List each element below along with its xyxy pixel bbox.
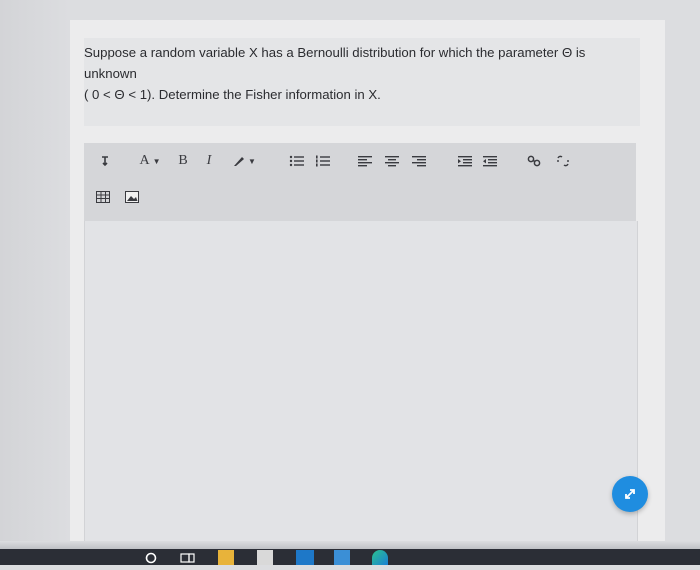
- outdent-icon[interactable]: [481, 151, 499, 171]
- text-color-button[interactable]: ▼: [230, 151, 258, 171]
- table-icon[interactable]: [94, 187, 112, 207]
- task-view-icon[interactable]: [180, 550, 196, 565]
- search-icon[interactable]: [144, 550, 158, 565]
- unlink-icon[interactable]: [554, 151, 572, 171]
- ordered-list-icon[interactable]: [313, 151, 333, 171]
- indent-icon[interactable]: [456, 151, 474, 171]
- unordered-list-icon[interactable]: [287, 151, 307, 171]
- store-icon[interactable]: [257, 550, 273, 565]
- font-size-label: A: [139, 153, 150, 168]
- italic-button[interactable]: I: [203, 151, 215, 171]
- text-color-icon: [234, 157, 245, 166]
- align-right-icon[interactable]: [410, 151, 428, 171]
- chevron-down-icon: ▼: [248, 156, 256, 166]
- edge-icon[interactable]: [372, 550, 388, 565]
- question-line-2: ( 0 < Θ < 1). Determine the Fisher infor…: [84, 87, 381, 102]
- question-line-1: Suppose a random variable X has a Bernou…: [84, 45, 586, 81]
- file-explorer-icon[interactable]: [218, 550, 234, 565]
- question-text: Suppose a random variable X has a Bernou…: [84, 38, 640, 126]
- app-icon[interactable]: [334, 550, 350, 565]
- taskbar: [0, 549, 700, 565]
- paragraph-icon[interactable]: [96, 151, 114, 171]
- background-shade: [0, 0, 70, 565]
- answer-editor[interactable]: [84, 221, 638, 551]
- image-icon[interactable]: [123, 187, 141, 207]
- mail-icon[interactable]: [296, 550, 314, 565]
- align-center-icon[interactable]: [383, 151, 401, 171]
- chevron-down-icon: ▼: [152, 156, 161, 166]
- align-left-icon[interactable]: [356, 151, 374, 171]
- editor-toolbar: A ▼ B I ▼: [84, 143, 636, 221]
- link-icon[interactable]: [525, 151, 543, 171]
- bold-button[interactable]: B: [176, 151, 190, 171]
- expand-button[interactable]: [612, 476, 648, 512]
- taskbar-edge: [0, 541, 700, 549]
- expand-icon: [625, 489, 635, 499]
- font-size-button[interactable]: A ▼: [136, 151, 164, 171]
